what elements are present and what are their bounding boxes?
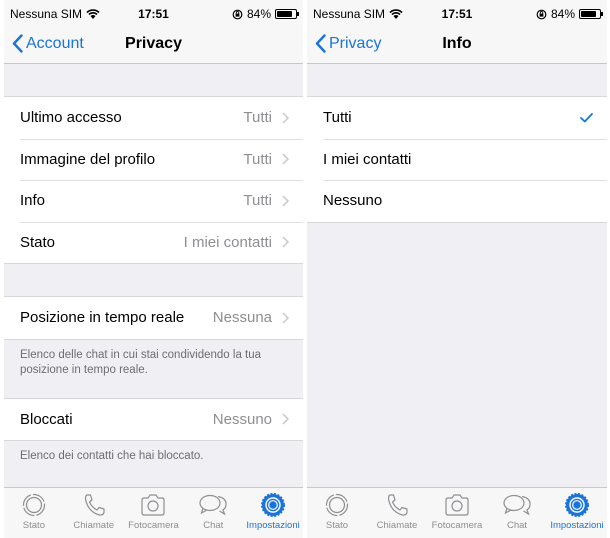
tab-settings[interactable]: Impostazioni [547, 488, 607, 538]
row-value: Tutti [243, 150, 272, 168]
blocked-footer: Elenco dei contatti che hai bloccato. [20, 450, 204, 462]
tab-label: Fotocamera [431, 520, 483, 531]
back-button[interactable]: Account [12, 34, 84, 53]
info-options-list: Tutti I miei contatti Nessuno [307, 64, 607, 487]
status-icon [325, 493, 349, 517]
navigation-bar: Privacy Info [307, 26, 607, 64]
status-icon [22, 493, 45, 517]
row-value: Tutti [243, 192, 272, 210]
tab-chats[interactable]: Chat [183, 488, 243, 538]
chevron-right-icon [282, 236, 289, 248]
phone-icon [387, 494, 408, 516]
row-label: Stato [20, 233, 56, 251]
row-last-seen[interactable]: Ultimo accesso Tutti [4, 97, 303, 139]
battery-fill [277, 11, 293, 17]
tab-calls[interactable]: Chiamate [64, 488, 124, 538]
settings-icon [261, 493, 286, 517]
tab-calls[interactable]: Chiamate [367, 488, 427, 538]
battery-percent: 84% [246, 7, 271, 21]
tab-label: Impostazioni [246, 520, 300, 531]
row-value: I miei contatti [183, 233, 272, 251]
navigation-bar: Account Privacy [4, 26, 303, 64]
chevron-right-icon [282, 112, 289, 124]
chevron-left-icon [315, 34, 326, 53]
battery-icon [579, 9, 603, 19]
battery-icon [275, 9, 299, 19]
rotation-lock-icon [536, 9, 547, 19]
tab-label: Impostazioni [550, 520, 604, 531]
chevron-right-icon [282, 195, 289, 207]
tab-status[interactable]: Stato [4, 488, 64, 538]
row-about[interactable]: Info Tutti [4, 180, 303, 222]
option-my-contacts[interactable]: I miei contatti [307, 138, 607, 181]
camera-icon [445, 494, 469, 516]
status-bar: Nessuna SIM 17:51 84% [4, 0, 303, 26]
live-location-group: Posizione in tempo reale Nessuna [4, 296, 303, 340]
battery-fill [581, 11, 597, 17]
settings-icon [565, 493, 589, 517]
phone-icon [84, 494, 105, 516]
tab-label: Stato [22, 520, 45, 531]
chevron-right-icon [282, 312, 289, 324]
blocked-group: Bloccati Nessuno [4, 397, 303, 441]
tab-bar: Stato Chiamate Fotocamera Chat Impostazi… [307, 487, 607, 538]
option-label: Nessuno [323, 192, 383, 210]
back-label: Account [26, 34, 84, 52]
row-profile-photo[interactable]: Immagine del profilo Tutti [4, 138, 303, 181]
option-label: I miei contatti [323, 150, 412, 168]
chat-icon [503, 494, 531, 516]
info-visibility-screen: Nessuna SIM 17:51 84% Privacy Info Tutti… [307, 0, 607, 538]
row-label: Immagine del profilo [20, 150, 156, 168]
status-bar: Nessuna SIM 17:51 84% [307, 0, 607, 26]
tab-label: Stato [325, 520, 349, 531]
row-status[interactable]: Stato I miei contatti [4, 221, 303, 264]
visibility-group: Ultimo accesso Tutti Immagine del profil… [4, 96, 303, 264]
tab-camera[interactable]: Fotocamera [124, 488, 184, 538]
tab-camera[interactable]: Fotocamera [427, 488, 487, 538]
options-group: Tutti I miei contatti Nessuno [307, 96, 607, 223]
tab-label: Fotocamera [128, 520, 179, 531]
live-location-footer: Elenco delle chat in cui stai condividen… [20, 348, 262, 376]
row-live-location[interactable]: Posizione in tempo reale Nessuna [4, 297, 303, 339]
chat-icon [199, 494, 227, 516]
checkmark-icon [580, 112, 593, 123]
privacy-settings-list: Ultimo accesso Tutti Immagine del profil… [4, 64, 303, 487]
row-value: Nessuno [212, 410, 272, 428]
row-label: Bloccati [20, 410, 73, 428]
tab-chats[interactable]: Chat [487, 488, 547, 538]
row-value: Nessuna [212, 309, 272, 327]
tab-label: Chat [506, 520, 528, 531]
tab-settings[interactable]: Impostazioni [243, 488, 303, 538]
option-everyone[interactable]: Tutti [307, 97, 607, 139]
row-label: Info [20, 192, 46, 210]
tab-label: Chat [203, 520, 224, 531]
tab-label: Chiamate [376, 520, 418, 531]
back-button[interactable]: Privacy [315, 34, 381, 53]
option-nobody[interactable]: Nessuno [307, 180, 607, 222]
row-label: Posizione in tempo reale [20, 309, 185, 327]
tab-label: Chiamate [73, 520, 115, 531]
battery-percent: 84% [550, 7, 575, 21]
chevron-right-icon [282, 153, 289, 165]
tab-bar: Stato Chiamate Fotocamera Chat Impostazi… [4, 487, 303, 538]
tab-status[interactable]: Stato [307, 488, 367, 538]
camera-icon [141, 494, 166, 516]
row-value: Tutti [243, 109, 272, 127]
row-label: Ultimo accesso [20, 109, 122, 127]
chevron-left-icon [12, 34, 23, 53]
privacy-screen: Nessuna SIM 17:51 84% Account Privacy Ul… [4, 0, 303, 538]
back-label: Privacy [329, 34, 382, 52]
option-label: Tutti [323, 109, 352, 127]
rotation-lock-icon [232, 9, 243, 19]
chevron-right-icon [282, 413, 289, 425]
row-blocked[interactable]: Bloccati Nessuno [4, 399, 303, 441]
